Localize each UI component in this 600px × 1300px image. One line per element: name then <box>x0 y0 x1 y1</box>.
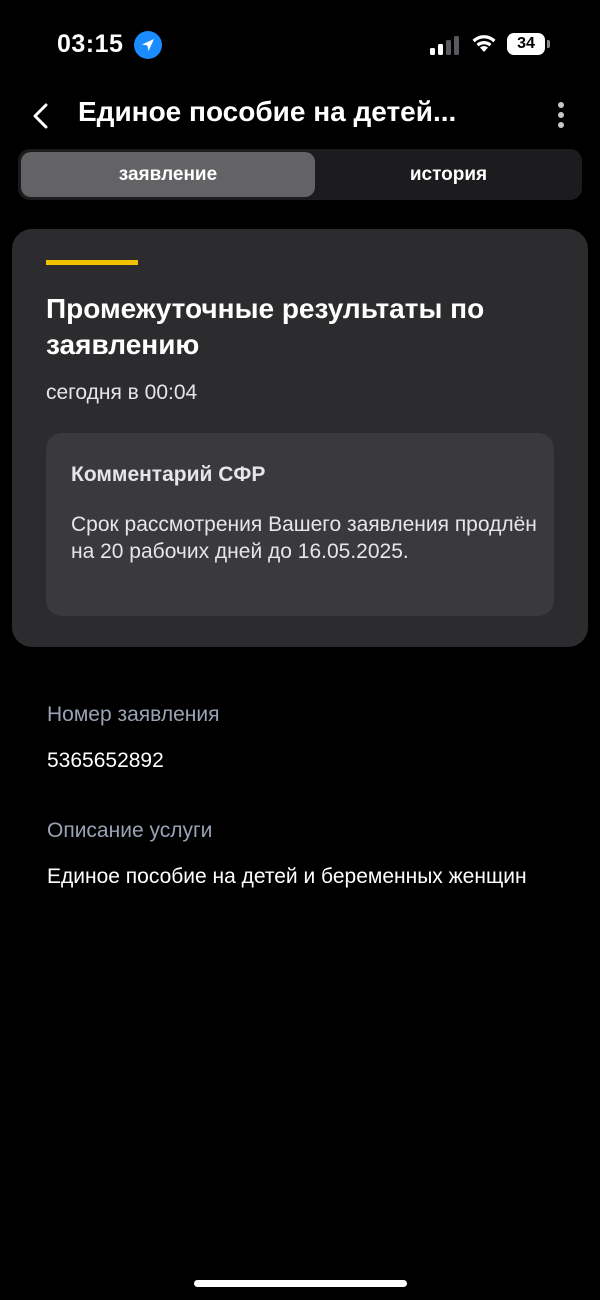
back-button[interactable] <box>24 98 60 134</box>
more-button[interactable] <box>546 98 576 134</box>
more-vertical-icon <box>558 102 564 128</box>
tab-history[interactable]: история <box>318 152 579 197</box>
service-description-label: Описание услуги <box>47 819 213 842</box>
result-card: Промежуточные результаты по заявлению се… <box>12 229 588 647</box>
chevron-left-icon <box>33 103 48 129</box>
location-arrow-icon <box>134 31 162 59</box>
header: Единое пособие на детей... <box>0 90 600 142</box>
battery-tip <box>547 40 550 48</box>
cellular-signal-icon <box>430 35 462 55</box>
service-description-value: Единое пособие на детей и беременных жен… <box>47 865 527 888</box>
application-number-label: Номер заявления <box>47 703 220 726</box>
status-bar: 03:15 34 <box>0 0 600 90</box>
comment-text: Срок рассмотрения Вашего заявления продл… <box>71 513 537 563</box>
tab-application[interactable]: заявление <box>21 152 315 197</box>
home-indicator[interactable] <box>194 1280 407 1287</box>
status-time: 03:15 <box>57 30 124 58</box>
page-title: Единое пособие на детей... <box>78 96 457 127</box>
application-number-value: 5365652892 <box>47 749 164 772</box>
battery-level: 34 <box>517 35 535 52</box>
comment-box: Комментарий СФР Срок рассмотрения Вашего… <box>46 433 554 616</box>
result-title: Промежуточные результаты по заявлению <box>46 293 485 360</box>
accent-line <box>46 260 138 265</box>
comment-title: Комментарий СФР <box>71 463 266 486</box>
battery-icon: 34 <box>507 33 551 55</box>
result-date: сегодня в 00:04 <box>46 381 198 404</box>
tab-switcher: заявление история <box>18 149 582 200</box>
wifi-icon <box>470 32 498 54</box>
